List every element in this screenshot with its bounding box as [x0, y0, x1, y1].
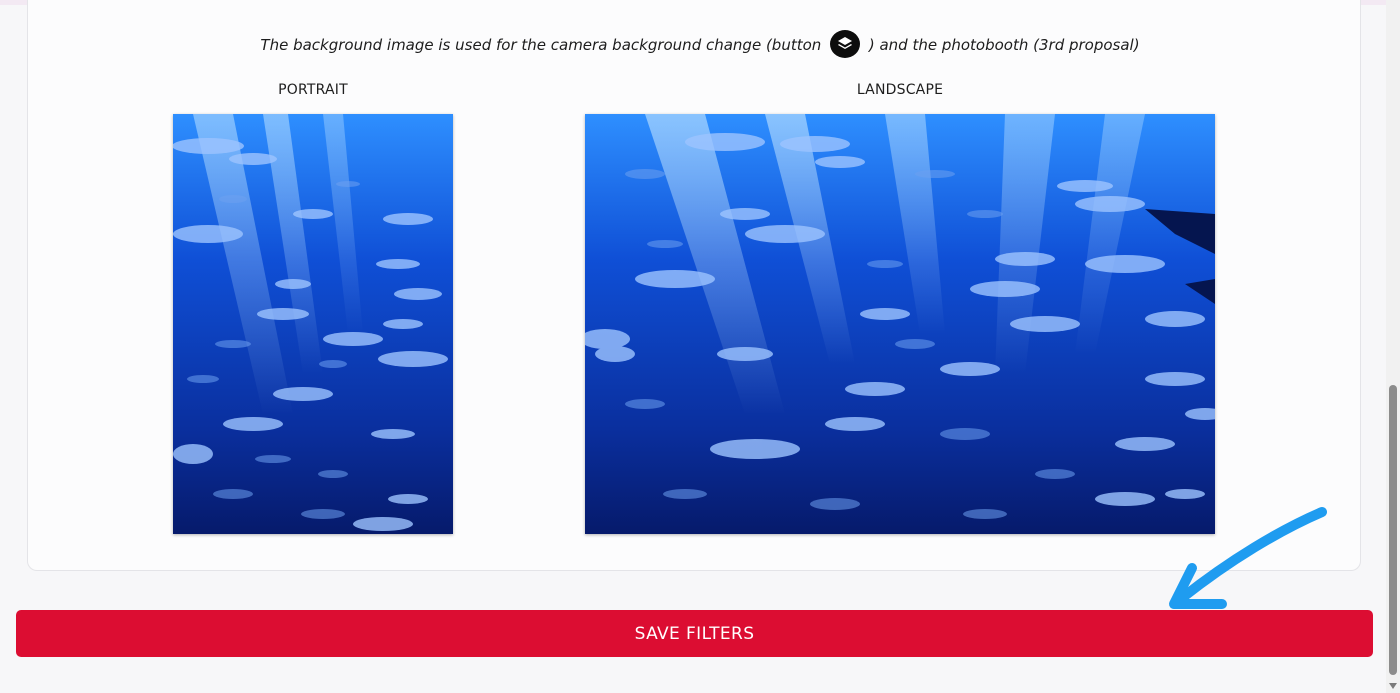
portrait-background-image[interactable]	[173, 114, 453, 534]
landscape-label: LANDSCAPE	[856, 82, 944, 98]
note-text-before: The background image is used for the cam…	[260, 36, 822, 54]
annotation-arrow-icon	[1169, 507, 1327, 609]
portrait-label: PORTRAIT	[278, 82, 348, 98]
layers-icon[interactable]	[830, 30, 861, 58]
landscape-background-image[interactable]	[585, 114, 1215, 534]
note-text-after: ) and the photobooth (3rd proposal)	[868, 36, 1140, 54]
scrollbar-thumb[interactable]	[1389, 385, 1397, 675]
vertical-scrollbar[interactable]	[1386, 0, 1400, 693]
page: The background image is used for the cam…	[0, 0, 1400, 693]
background-note: The background image is used for the cam…	[0, 30, 1400, 61]
scroll-down-arrow-icon[interactable]	[1389, 683, 1397, 689]
